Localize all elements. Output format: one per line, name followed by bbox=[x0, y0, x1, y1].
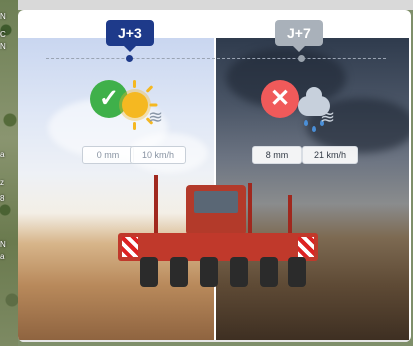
close-icon: ✕ bbox=[261, 80, 299, 118]
day-badge-j7[interactable]: J+7 bbox=[275, 20, 323, 52]
map-label: a bbox=[0, 150, 5, 159]
map-label: N bbox=[0, 12, 6, 21]
rain-drop bbox=[304, 120, 308, 126]
sun-ray bbox=[133, 80, 136, 88]
weather-comparison-card: J+3 J+7 ✓ ≋ ✕ ≋ 0 mm 10 km/h 8 mm 21 km/… bbox=[18, 10, 411, 342]
wind-speed-chip: 10 km/h bbox=[130, 146, 186, 164]
sun-ray bbox=[133, 122, 136, 130]
tractor-wheel bbox=[260, 257, 278, 287]
rain-drop bbox=[312, 126, 316, 132]
warning-stripe bbox=[122, 237, 138, 257]
map-label: C bbox=[0, 30, 6, 39]
timeline-dot-j3 bbox=[126, 55, 133, 62]
tractor-cab bbox=[186, 185, 246, 235]
sun-icon bbox=[122, 92, 148, 118]
timeline-line bbox=[46, 58, 386, 59]
card-bottom-edge bbox=[18, 340, 411, 342]
timeline-dot-j7 bbox=[298, 55, 305, 62]
map-label: N bbox=[0, 240, 6, 249]
day-badge-j3[interactable]: J+3 bbox=[106, 20, 154, 52]
wind-icon: ≋ bbox=[148, 107, 164, 127]
tractor-wheel bbox=[140, 257, 158, 287]
tractor-pipe bbox=[288, 195, 292, 235]
top-strip bbox=[18, 0, 413, 10]
tractor-illustration bbox=[118, 175, 318, 305]
map-label: N bbox=[0, 42, 6, 51]
map-label: a bbox=[0, 252, 5, 261]
tractor-wheel bbox=[288, 257, 306, 287]
map-label: 8 bbox=[0, 194, 5, 203]
tractor-wheel bbox=[200, 257, 218, 287]
rain-amount-chip: 8 mm bbox=[252, 146, 302, 164]
rain-amount-chip: 0 mm bbox=[82, 146, 134, 164]
tractor-pipe bbox=[154, 175, 158, 235]
wind-icon: ≋ bbox=[320, 107, 336, 127]
warning-stripe bbox=[298, 237, 314, 257]
map-background-strip: N C N a z 8 N a bbox=[0, 0, 18, 346]
tractor-wheel bbox=[170, 257, 188, 287]
wind-speed-chip: 21 km/h bbox=[302, 146, 358, 164]
tractor-wheel bbox=[230, 257, 248, 287]
map-label: z bbox=[0, 178, 4, 187]
